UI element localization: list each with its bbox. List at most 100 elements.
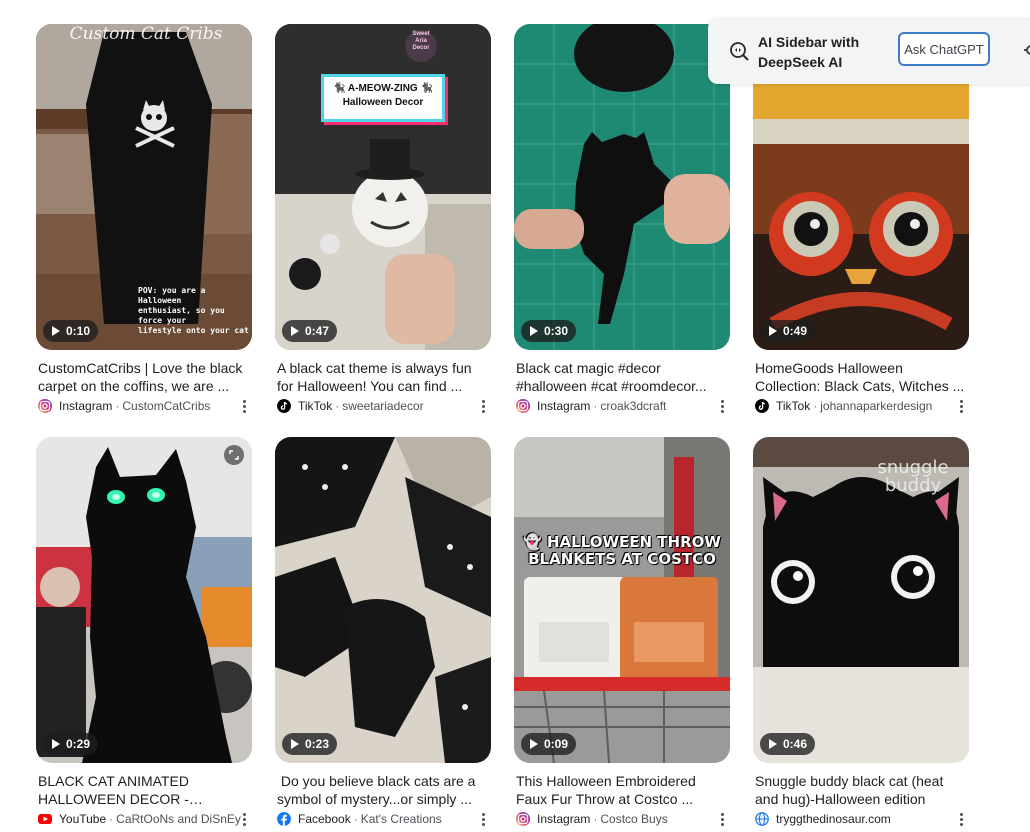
logo-line: Aria <box>415 38 427 44</box>
video-source: Instagram · Costco Buys <box>514 811 730 827</box>
author-name: sweetariadecor <box>342 399 424 413</box>
duration-text: 0:09 <box>544 737 569 751</box>
duration-text: 0:29 <box>66 737 91 751</box>
source-name: Instagram <box>59 399 113 413</box>
video-thumbnail[interactable]: Sweet Aria Decor 🐈‍⬛ A-MEOW-ZING 🐈‍⬛ Hal… <box>275 24 491 350</box>
video-title[interactable]: Do you believe black cats are a symbol o… <box>275 772 491 808</box>
duration-badge: 0:29 <box>43 733 99 755</box>
caption-line: POV: you are a Halloween <box>138 286 206 305</box>
ask-chatgpt-button[interactable]: Ask ChatGPT <box>898 32 990 66</box>
duration-text: 0:10 <box>66 324 91 338</box>
source-name: Instagram <box>537 812 591 826</box>
caption-line: lifestyle onto your cat <box>138 326 249 335</box>
duration-badge: 0:10 <box>43 320 99 342</box>
source-name: TikTok <box>298 399 333 413</box>
instagram-icon <box>516 812 530 826</box>
play-icon <box>291 739 299 749</box>
author-name: croak3dcraft <box>600 399 667 413</box>
separator: · <box>593 812 598 826</box>
video-card[interactable]: snuggle buddy 0:46 Snuggle buddy black c… <box>753 437 969 827</box>
video-title[interactable]: BLACK CAT ANIMATED HALLOWEEN DECOR - FRE… <box>36 772 252 808</box>
thumbnail-image <box>514 24 730 350</box>
thumbnail-image <box>275 437 491 763</box>
thumbnail-overlay-text: Custom Cat Cribs <box>69 24 223 44</box>
more-options-icon[interactable] <box>238 812 250 826</box>
video-source: YouTube · CaRtOoNs and DiSnEy <box>36 811 252 827</box>
thumbnail-banner: 🐈‍⬛ A-MEOW-ZING 🐈‍⬛ Halloween Decor <box>321 74 445 122</box>
play-icon <box>52 739 60 749</box>
video-thumbnail[interactable]: 0:23 <box>275 437 491 763</box>
video-source: Facebook · Kat's Creations <box>275 811 491 827</box>
ai-sidebar-popup: AI Sidebar with DeepSeek AI Ask ChatGPT <box>708 18 1030 84</box>
video-thumbnail[interactable]: Custom Cat Cribs POV: you are a Hallowee… <box>36 24 252 350</box>
more-options-icon[interactable] <box>477 812 489 826</box>
instagram-icon <box>38 399 52 413</box>
more-options-icon[interactable] <box>955 399 967 413</box>
video-card[interactable]: 0:23 Do you believe black cats are a sym… <box>275 437 491 827</box>
video-thumbnail[interactable]: snuggle buddy 0:46 <box>753 437 969 763</box>
duration-badge: 0:23 <box>282 733 338 755</box>
logo-line: Sweet <box>412 31 430 37</box>
play-icon <box>291 326 299 336</box>
ai-search-icon[interactable] <box>728 40 750 62</box>
duration-badge: 0:47 <box>282 320 338 342</box>
more-options-icon[interactable] <box>238 399 250 413</box>
separator: · <box>353 812 358 826</box>
banner-line: Halloween Decor <box>342 97 424 108</box>
separator: · <box>813 399 818 413</box>
expand-icon[interactable] <box>224 445 244 465</box>
video-source: TikTok · johannaparkerdesign <box>753 398 969 414</box>
duration-text: 0:30 <box>544 324 569 338</box>
video-thumbnail[interactable]: 👻 HALLOWEEN THROW BLANKETS AT COSTCO 0:0… <box>514 437 730 763</box>
video-title[interactable]: This Halloween Embroidered Faux Fur Thro… <box>514 772 730 808</box>
video-card[interactable]: 👻 HALLOWEEN THROW BLANKETS AT COSTCO 0:0… <box>514 437 730 827</box>
video-card[interactable]: Sweet Aria Decor 🐈‍⬛ A-MEOW-ZING 🐈‍⬛ Hal… <box>275 24 491 414</box>
play-icon <box>530 326 538 336</box>
tiktok-icon <box>277 399 291 413</box>
video-card[interactable]: 0:29 BLACK CAT ANIMATED HALLOWEEN DECOR … <box>36 437 252 827</box>
headline-line: 👻 HALLOWEEN THROW <box>523 533 721 551</box>
author-name: Costco Buys <box>600 812 668 826</box>
separator: · <box>115 399 120 413</box>
duration-badge: 0:30 <box>521 320 577 342</box>
author-name: tryggthedinosaur.com <box>776 812 891 826</box>
play-icon <box>52 326 60 336</box>
more-options-icon[interactable] <box>716 399 728 413</box>
author-name: johannaparkerdesign <box>820 399 933 413</box>
expand-glyph <box>229 450 239 460</box>
video-source: Instagram · croak3dcraft <box>514 398 730 414</box>
video-title[interactable]: Snuggle buddy black cat (heat and hug)-H… <box>753 772 969 808</box>
facebook-icon <box>277 812 291 826</box>
video-title[interactable]: Black cat magic #decor #halloween #cat #… <box>514 359 730 395</box>
video-title[interactable]: A black cat theme is always fun for Hall… <box>275 359 491 395</box>
product-brand: snuggle buddy <box>863 459 963 495</box>
popup-title-line: AI Sidebar with <box>758 34 860 50</box>
duration-badge: 0:49 <box>760 320 816 342</box>
separator: · <box>593 399 598 413</box>
thumbnail-image <box>36 437 252 763</box>
more-options-icon[interactable] <box>716 812 728 826</box>
duration-text: 0:46 <box>783 737 808 751</box>
play-icon <box>769 326 777 336</box>
more-options-icon[interactable] <box>955 812 967 826</box>
thumbnail-caption: POV: you are a Halloween enthusiast, so … <box>138 286 250 336</box>
popup-title-line: DeepSeek AI <box>758 54 843 70</box>
video-title[interactable]: CustomCatCribs | Love the black carpet o… <box>36 359 252 395</box>
video-title[interactable]: HomeGoods Halloween Collection: Black Ca… <box>753 359 969 395</box>
gear-icon[interactable] <box>1024 43 1030 57</box>
source-name: Facebook <box>298 812 351 826</box>
tiktok-icon <box>755 399 769 413</box>
thumbnail-image <box>514 437 730 763</box>
video-source: tryggthedinosaur.com <box>753 811 969 827</box>
more-options-icon[interactable] <box>477 399 489 413</box>
brand-line: buddy <box>884 475 942 496</box>
author-name: CaRtOoNs and DiSnEy <box>116 812 241 826</box>
play-icon <box>769 739 777 749</box>
author-name: CustomCatCribs <box>122 399 211 413</box>
separator: · <box>109 812 114 826</box>
video-card[interactable]: Custom Cat Cribs POV: you are a Hallowee… <box>36 24 252 414</box>
video-thumbnail[interactable]: 0:29 <box>36 437 252 763</box>
video-card[interactable]: 0:30 Black cat magic #decor #halloween #… <box>514 24 730 414</box>
video-thumbnail[interactable]: 0:30 <box>514 24 730 350</box>
youtube-icon <box>38 814 52 824</box>
